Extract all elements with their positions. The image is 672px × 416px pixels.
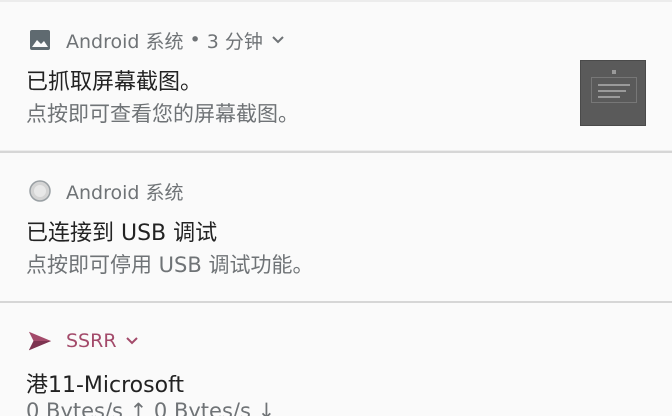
app-name: SSRR	[66, 330, 117, 352]
chevron-down-icon[interactable]	[271, 35, 285, 45]
notification-body: 0 Bytes/s ↑ 0 Bytes/s ↓	[26, 399, 276, 416]
notification-header: SSRR	[28, 327, 139, 355]
paper-plane-icon	[28, 329, 52, 353]
thumbnail-dialog	[591, 77, 637, 103]
notification-header: Android 系统	[28, 177, 184, 205]
header-separator: •	[189, 29, 201, 51]
notification-title: 已连接到 USB 调试	[26, 221, 218, 246]
screenshot-thumbnail[interactable]	[580, 60, 646, 126]
image-icon	[28, 28, 52, 52]
notification-body: 点按即可查看您的屏幕截图。	[26, 102, 299, 126]
app-name: Android 系统	[66, 30, 184, 53]
notification-title: 港11-Microsoft	[26, 373, 185, 398]
notification-ssrr[interactable]: SSRR 港11-Microsoft 0 Bytes/s ↑ 0 Bytes/s…	[0, 303, 672, 416]
app-name: Android 系统	[66, 181, 184, 204]
notification-usb-debugging[interactable]: Android 系统 已连接到 USB 调试 点按即可停用 USB 调试功能。	[0, 153, 672, 301]
notification-shade: Android 系统 • 3 分钟 已抓取屏幕截图。 点按即可查看您的屏幕截图。	[0, 0, 672, 416]
chevron-down-icon[interactable]	[125, 336, 139, 346]
usb-debug-icon	[28, 179, 52, 203]
notification-time: 3 分钟	[206, 30, 263, 53]
notification-header: Android 系统 • 3 分钟	[28, 26, 285, 54]
notification-body: 点按即可停用 USB 调试功能。	[26, 253, 314, 277]
notification-screenshot[interactable]: Android 系统 • 3 分钟 已抓取屏幕截图。 点按即可查看您的屏幕截图。	[0, 2, 672, 150]
notification-title: 已抓取屏幕截图。	[26, 70, 203, 95]
